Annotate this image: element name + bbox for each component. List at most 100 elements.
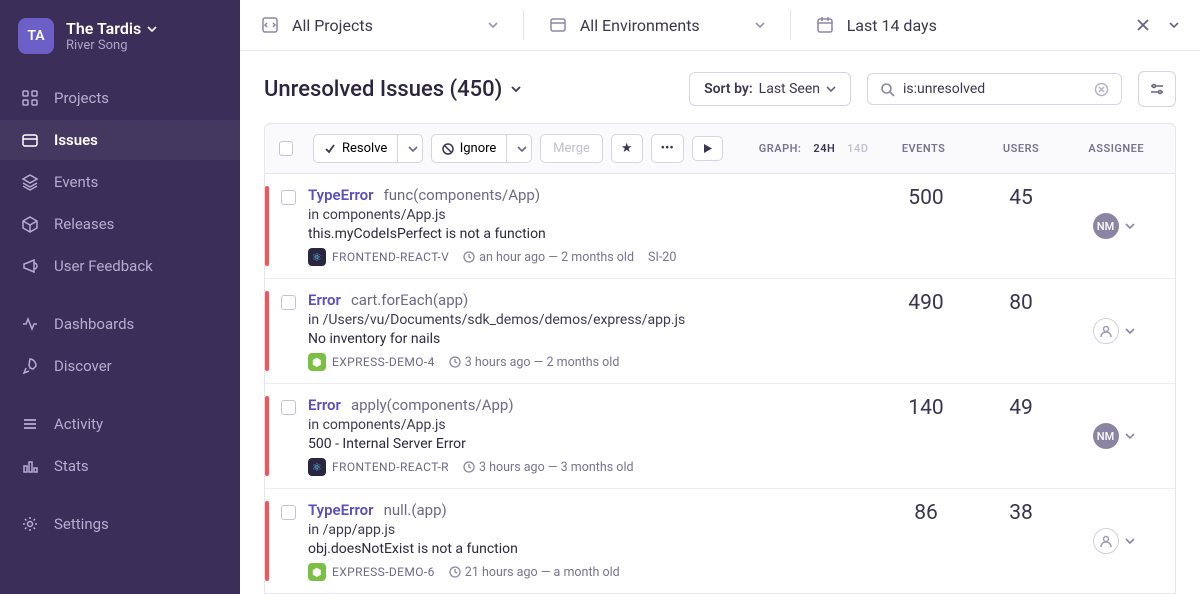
bookmark-button[interactable]: ★ (611, 134, 643, 163)
more-button[interactable]: ••• (651, 134, 684, 163)
assignee-empty[interactable] (1093, 318, 1119, 344)
issue-row[interactable]: Errorcart.forEach(app) in /Users/vu/Docu… (265, 278, 1175, 383)
nav-label: Events (54, 173, 98, 191)
chevron-down-icon (487, 19, 499, 31)
project-badge[interactable]: ⚛FRONTEND-REACT-R (308, 458, 449, 476)
nav-label: User Feedback (54, 257, 153, 275)
nav-label: Activity (54, 415, 103, 433)
issue-location: cart.forEach(app) (351, 291, 468, 309)
issue-events: 500 (876, 186, 976, 266)
merge-button[interactable]: Merge (540, 134, 603, 163)
project-badge[interactable]: ⚛FRONTEND-REACT-V (308, 248, 449, 266)
graph-24h[interactable]: 24h (813, 142, 835, 155)
issue-type[interactable]: Error (308, 396, 341, 414)
issue-row[interactable]: TypeErrornull.(app) in /app/app.js obj.d… (265, 488, 1175, 593)
clear-icon[interactable] (1094, 82, 1109, 97)
nav-releases[interactable]: Releases (0, 204, 240, 244)
issue-type[interactable]: TypeError (308, 501, 374, 519)
environment-selector[interactable]: All Environments (548, 15, 766, 35)
issue-users: 45 (976, 186, 1066, 266)
search-box[interactable] (867, 73, 1122, 105)
sidebar: TA The Tardis River Song Projects Issues… (0, 0, 240, 594)
package-icon (20, 214, 40, 234)
chevron-down-icon (517, 144, 527, 154)
assignee-avatar[interactable]: NM (1093, 213, 1119, 239)
play-icon (702, 143, 713, 154)
nav-dashboards[interactable]: Dashboards (0, 304, 240, 344)
page-title[interactable]: Unresolved Issues (450) (264, 77, 522, 102)
nav-discover[interactable]: Discover (0, 346, 240, 386)
org-user: River Song (66, 38, 157, 53)
ignore-button[interactable]: Ignore (431, 134, 532, 163)
issue-checkbox[interactable] (281, 400, 296, 415)
issue-time: 3 hours ago — 3 months old (463, 460, 634, 475)
play-button[interactable] (692, 136, 723, 161)
issue-type[interactable]: TypeError (308, 186, 374, 204)
nav-events[interactable]: Events (0, 162, 240, 202)
nav-stats[interactable]: Stats (0, 446, 240, 486)
issue-location: func(components/App) (384, 186, 541, 204)
severity-marker (265, 501, 269, 581)
graph-14d[interactable]: 14d (847, 142, 868, 155)
issue-location: null.(app) (384, 501, 447, 519)
search-icon (880, 82, 895, 97)
ignore-dropdown[interactable] (506, 135, 532, 162)
chevron-down-icon (510, 83, 522, 95)
nav-settings[interactable]: Settings (0, 504, 240, 544)
issue-checkbox[interactable] (281, 190, 296, 205)
sort-selector[interactable]: Sort by: Last Seen (689, 72, 851, 106)
graph-label: GRAPH: (759, 142, 802, 155)
org-switcher[interactable]: TA The Tardis River Song (0, 14, 240, 72)
nav-activity[interactable]: Activity (0, 404, 240, 444)
select-all-checkbox[interactable] (279, 141, 293, 156)
nav-label: Releases (54, 215, 114, 233)
issue-events: 490 (876, 291, 976, 371)
sort-label: Sort by: (704, 81, 753, 97)
nav-projects[interactable]: Projects (0, 78, 240, 118)
project-icon: ⬢ (308, 353, 326, 371)
chevron-down-icon[interactable] (1125, 326, 1135, 336)
main: All Projects All Environments Last 14 da… (240, 0, 1200, 594)
issue-list: TypeErrorfunc(components/App) in compone… (264, 174, 1176, 594)
sort-value: Last Seen (759, 81, 820, 97)
issue-location: apply(components/App) (351, 396, 514, 414)
calendar-icon (815, 15, 835, 35)
chevron-down-icon[interactable] (1168, 19, 1180, 31)
issue-message: obj.doesNotExist is not a function (308, 541, 876, 557)
project-icon: ⬢ (308, 563, 326, 581)
nav-issues[interactable]: Issues (0, 120, 240, 160)
severity-marker (265, 291, 269, 371)
project-selector[interactable]: All Projects (260, 15, 499, 35)
issue-checkbox[interactable] (281, 505, 296, 520)
resolve-dropdown[interactable] (397, 135, 422, 162)
chevron-down-icon[interactable] (1125, 536, 1135, 546)
issue-time: an hour ago — 2 months old (463, 250, 634, 265)
org-name: The Tardis (66, 19, 141, 38)
chevron-down-icon[interactable] (1125, 221, 1135, 231)
assignee-avatar[interactable]: NM (1093, 423, 1119, 449)
issue-checkbox[interactable] (281, 295, 296, 310)
window-icon (548, 15, 568, 35)
environment-selector-label: All Environments (580, 16, 700, 35)
bar-chart-icon (20, 456, 40, 476)
project-badge[interactable]: ⬢EXPRESS-DEMO-6 (308, 563, 435, 581)
assignee-empty[interactable] (1093, 528, 1119, 554)
chevron-down-icon[interactable] (1125, 431, 1135, 441)
col-users: USERS (979, 142, 1064, 155)
search-input[interactable] (903, 81, 1086, 97)
filter-button[interactable] (1138, 71, 1176, 107)
nav-feedback[interactable]: User Feedback (0, 246, 240, 286)
page-header: Unresolved Issues (450) Sort by: Last Se… (240, 51, 1200, 123)
issue-row[interactable]: Errorapply(components/App) in components… (265, 383, 1175, 488)
project-badge[interactable]: ⬢EXPRESS-DEMO-4 (308, 353, 435, 371)
timerange-selector[interactable]: Last 14 days (815, 15, 937, 35)
issue-type[interactable]: Error (308, 291, 341, 309)
issue-events: 140 (876, 396, 976, 476)
resolve-button[interactable]: Resolve (313, 134, 423, 163)
close-icon[interactable] (1136, 18, 1150, 32)
chevron-down-icon (754, 19, 766, 31)
checkmark-icon (324, 143, 336, 155)
rocket-icon (20, 356, 40, 376)
issue-row[interactable]: TypeErrorfunc(components/App) in compone… (265, 174, 1175, 278)
severity-marker (265, 186, 269, 266)
